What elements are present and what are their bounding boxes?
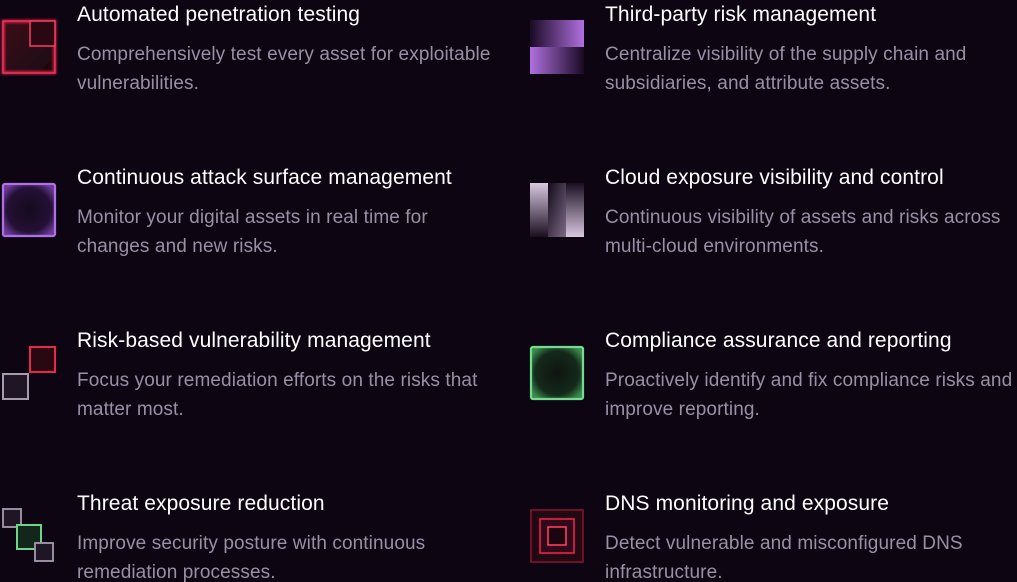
feature-card-threat-exposure-reduction[interactable]: Threat exposure reduction Improve securi… <box>0 489 440 582</box>
feature-title: Third-party risk management <box>605 3 877 26</box>
feature-grid: Automated penetration testing Comprehens… <box>0 0 1017 582</box>
feature-card-compliance-assurance-and-reporting[interactable]: Compliance assurance and reporting Proac… <box>528 326 1012 446</box>
cloud-exposure-blocks-icon <box>528 181 586 239</box>
feature-description: Centralize visibility of the supply chai… <box>605 44 967 94</box>
feature-card-cloud-exposure-visibility[interactable]: Cloud exposure visibility and control Co… <box>528 163 1000 283</box>
feature-description: Continuous visibility of assets and risk… <box>605 207 1001 257</box>
dns-nested-squares-icon <box>528 507 586 565</box>
feature-card-automated-penetration-testing[interactable]: Automated penetration testing Comprehens… <box>0 0 490 120</box>
feature-title: Continuous attack surface management <box>77 166 452 189</box>
feature-card-risk-based-vulnerability-management[interactable]: Risk-based vulnerability management Focu… <box>0 326 477 446</box>
feature-description: Proactively identify and fix compliance … <box>605 370 1013 420</box>
feature-description: Monitor your digital assets in real time… <box>77 207 428 257</box>
compliance-square-icon <box>528 344 586 402</box>
feature-card-dns-monitoring-and-exposure[interactable]: DNS monitoring and exposure Detect vulne… <box>528 489 968 582</box>
threat-reduction-squares-icon <box>0 507 58 565</box>
feature-description: Focus your remediation efforts on the ri… <box>77 370 478 420</box>
feature-title: Threat exposure reduction <box>77 492 325 515</box>
feature-description: Detect vulnerable and misconfigured DNS … <box>605 533 963 582</box>
feature-title: Cloud exposure visibility and control <box>605 166 944 189</box>
feature-description: Improve security posture with continuous… <box>77 533 426 582</box>
vulnerability-squares-icon <box>0 344 58 402</box>
third-party-blocks-icon <box>528 18 586 76</box>
feature-title: Risk-based vulnerability management <box>77 329 431 352</box>
feature-title: Automated penetration testing <box>77 3 361 26</box>
feature-card-third-party-risk-management[interactable]: Third-party risk management Centralize v… <box>528 0 968 120</box>
feature-description: Comprehensively test every asset for exp… <box>77 44 491 94</box>
feature-title: Compliance assurance and reporting <box>605 329 952 352</box>
feature-title: DNS monitoring and exposure <box>605 492 890 515</box>
pentest-squares-icon <box>0 18 58 76</box>
attack-surface-square-icon <box>0 181 58 239</box>
feature-card-continuous-attack-surface-management[interactable]: Continuous attack surface management Mon… <box>0 163 452 283</box>
